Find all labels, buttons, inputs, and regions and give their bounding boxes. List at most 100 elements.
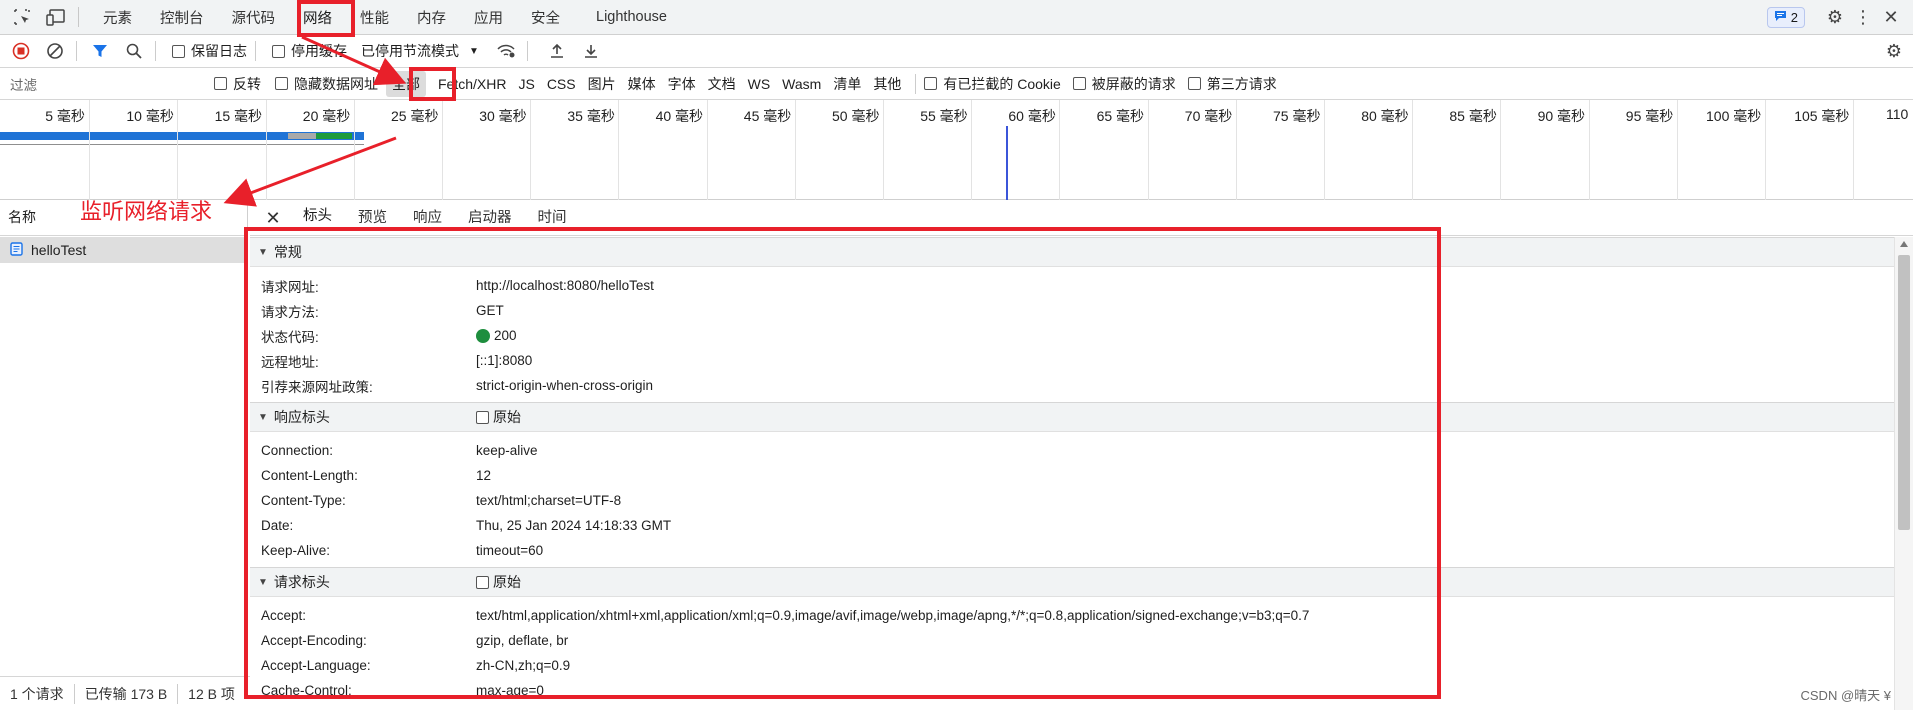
network-conditions-icon[interactable] <box>493 38 519 64</box>
timeline-tick-label: 85 毫秒 <box>1449 108 1497 124</box>
more-options-icon[interactable]: ⋮ <box>1849 4 1877 32</box>
third-party-checkbox[interactable]: 第三方请求 <box>1187 74 1277 94</box>
divider <box>78 7 79 27</box>
preserve-log-checkbox[interactable]: 保留日志 <box>172 41 247 61</box>
record-stop-icon[interactable] <box>8 38 34 64</box>
timeline-tick-label: 40 毫秒 <box>655 108 704 124</box>
tab-sources[interactable]: 源代码 <box>218 0 290 35</box>
timeline-tick-label: 100 毫秒 <box>1706 108 1762 124</box>
transferred-size: 已传输 173 B <box>75 683 179 704</box>
timeline-gridline <box>353 100 355 200</box>
timeline-tick-label: 65 毫秒 <box>1096 108 1145 124</box>
timeline-gridline <box>883 100 884 200</box>
filter-input[interactable]: 过滤 <box>4 71 214 96</box>
inspect-element-icon[interactable] <box>10 5 34 29</box>
timeline-tick-label: 95 毫秒 <box>1625 108 1674 124</box>
devtools-tab-bar: 元素 控制台 源代码 网络 性能 内存 应用 安全 Lighthouse 2 ⚙… <box>0 0 1913 35</box>
filter-funnel-icon[interactable] <box>87 38 113 64</box>
filter-bar: 过滤 反转 隐藏数据网址 全部 Fetch/XHR JS CSS 图片 媒体 字… <box>0 68 1913 100</box>
issues-count: 2 <box>1790 10 1798 25</box>
tab-console[interactable]: 控制台 <box>146 0 218 35</box>
timeline-tick-label: 5 毫秒 <box>45 108 85 124</box>
timeline-tick-label: 45 毫秒 <box>743 108 792 124</box>
filter-type-font[interactable]: 字体 <box>662 71 702 97</box>
throttling-select[interactable]: 已停用节流模式 ▼ <box>361 41 479 61</box>
network-toolbar: 保留日志 停用缓存 已停用节流模式 ▼ ⚙ <box>0 35 1913 68</box>
filter-type-wasm[interactable]: Wasm <box>776 73 827 95</box>
watermark: CSDN @晴天 ¥ <box>1800 688 1892 703</box>
topbar-actions: 2 ⚙ ⋮ ✕ <box>1766 0 1913 35</box>
export-har-icon[interactable] <box>578 38 604 64</box>
network-settings-gear-icon[interactable]: ⚙ <box>1881 38 1907 64</box>
timeline-tick-label: 55 毫秒 <box>920 108 968 124</box>
checkbox-box[interactable] <box>272 44 285 58</box>
request-list-empty-area <box>0 263 248 673</box>
resource-type-filters: 全部 Fetch/XHR JS CSS 图片 媒体 字体 文档 WS Wasm … <box>386 70 907 97</box>
details-scrollbar[interactable] <box>1894 237 1913 710</box>
divider <box>255 41 256 61</box>
hide-data-urls-label: 隐藏数据网址 <box>294 75 378 92</box>
checkbox-box[interactable] <box>214 77 227 90</box>
import-har-icon[interactable] <box>544 38 570 64</box>
annotation-box-headers <box>244 227 1441 699</box>
checkbox-box[interactable] <box>924 77 938 90</box>
request-row[interactable]: helloTest <box>0 237 248 263</box>
disable-cache-checkbox[interactable]: 停用缓存 <box>272 41 347 61</box>
hide-data-urls-checkbox[interactable]: 隐藏数据网址 <box>275 74 378 94</box>
checkbox-box[interactable] <box>1072 77 1086 90</box>
annotation-label: 监听网络请求 <box>80 200 213 225</box>
tab-memory[interactable]: 内存 <box>403 0 460 35</box>
filter-type-media[interactable]: 媒体 <box>622 71 662 97</box>
clear-icon[interactable] <box>42 38 68 64</box>
timeline-gridline <box>971 100 973 200</box>
timeline-tick-label: 70 毫秒 <box>1184 108 1233 124</box>
timeline-overview[interactable]: 5 毫秒 10 毫秒 15 毫秒 20 毫秒 25 毫秒 30 毫秒 35 毫秒 40 毫秒 4… <box>0 100 1913 200</box>
timeline-tick-label: 35 毫秒 <box>567 108 615 124</box>
timeline-tick-label: 30 毫秒 <box>479 108 527 124</box>
filter-type-manifest[interactable]: 清单 <box>827 71 867 97</box>
scroll-up-arrow-icon[interactable] <box>1900 241 1908 247</box>
requests-count: 1 个请求 <box>0 683 75 704</box>
request-name: helloTest <box>31 242 87 258</box>
checkbox-box[interactable] <box>172 44 185 58</box>
timeline-tick-label: 110 <box>1886 106 1909 122</box>
message-icon <box>1774 10 1787 25</box>
timeline-tick-label: 50 毫秒 <box>832 108 880 124</box>
filter-type-css[interactable]: CSS <box>541 73 582 95</box>
timeline-gridline <box>1412 100 1414 200</box>
timeline-gridline <box>1676 100 1678 200</box>
scrollbar-thumb[interactable] <box>1898 255 1910 530</box>
timeline-tick-label: 80 毫秒 <box>1361 108 1409 124</box>
filter-type-other[interactable]: 其他 <box>867 71 907 97</box>
tab-lighthouse[interactable]: Lighthouse <box>582 0 681 35</box>
invert-checkbox[interactable]: 反转 <box>214 74 261 94</box>
timeline-gridline <box>442 100 443 200</box>
filter-type-doc[interactable]: 文档 <box>702 71 742 97</box>
settings-gear-icon[interactable]: ⚙ <box>1821 4 1849 32</box>
filter-type-js[interactable]: JS <box>512 73 540 95</box>
timeline-download-bar <box>316 133 352 139</box>
filter-type-img[interactable]: 图片 <box>582 71 622 97</box>
timeline-track-line <box>0 144 364 145</box>
timeline-gridline <box>177 100 179 200</box>
timeline-tick-label: 105 毫秒 <box>1794 108 1850 124</box>
checkbox-box[interactable] <box>1187 77 1201 90</box>
blocked-requests-checkbox[interactable]: 被屏蔽的请求 <box>1072 74 1176 94</box>
panel-tabs: 元素 控制台 源代码 网络 性能 内存 应用 安全 Lighthouse <box>89 0 681 35</box>
tab-application[interactable]: 应用 <box>460 0 517 35</box>
search-icon[interactable] <box>121 38 147 64</box>
filter-type-ws[interactable]: WS <box>742 73 777 95</box>
blocked-cookies-checkbox[interactable]: 有已拦截的 Cookie <box>924 74 1061 94</box>
timeline-load-marker <box>1006 126 1008 200</box>
blocked-cookies-label: 有已拦截的 Cookie <box>943 75 1061 92</box>
issues-button[interactable]: 2 <box>1766 7 1805 28</box>
close-devtools-icon[interactable]: ✕ <box>1877 4 1905 32</box>
timeline-tick-label: 90 毫秒 <box>1537 108 1586 124</box>
tab-security[interactable]: 安全 <box>517 0 574 35</box>
timeline-gridline <box>1853 100 1855 200</box>
tab-elements[interactable]: 元素 <box>89 0 146 35</box>
device-toolbar-icon[interactable] <box>44 5 68 29</box>
close-detail-icon[interactable]: ✕ <box>262 207 284 229</box>
checkbox-box[interactable] <box>275 77 288 90</box>
timeline-tick-label: 20 毫秒 <box>302 108 351 124</box>
